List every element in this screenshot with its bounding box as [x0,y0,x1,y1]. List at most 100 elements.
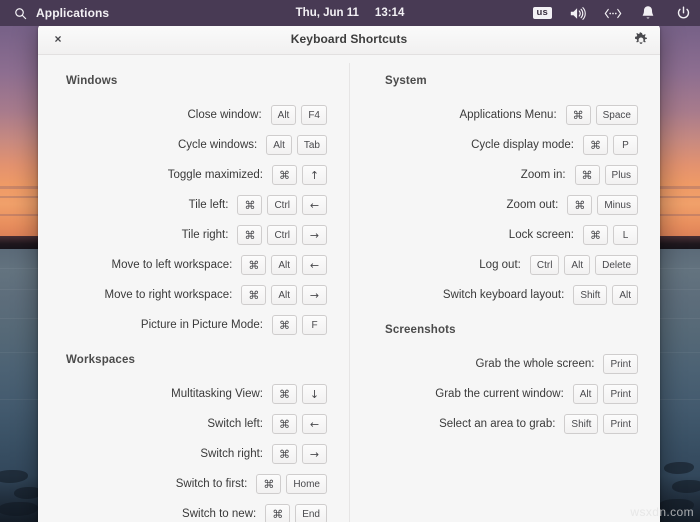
key-cap: ⌘ [241,255,266,275]
shortcut-row: Switch to new:⌘End [52,499,327,522]
system-tray: us [533,0,693,26]
key-cap: ⌘ [272,414,297,434]
key-cap: ← [302,255,327,275]
key-cap: Print [603,354,638,374]
shortcut-row: Multitasking View:⌘↓ [52,379,327,409]
volume-icon[interactable] [569,4,587,22]
shortcut-row: Grab the whole screen:Print [371,349,638,379]
key-cap: ⌘ [256,474,281,494]
key-cap: ⌘ [237,195,262,215]
shortcut-label: Switch to first: [52,478,256,490]
shortcut-label: Close window: [52,109,271,121]
section-title: Workspaces [66,354,327,366]
shortcut-keys: ⌘Alt→ [241,285,327,305]
panel-date: Thu, Jun 11 [296,7,359,19]
section-title: Screenshots [385,324,638,336]
key-cap: ⌘ [237,225,262,245]
key-cap: → [302,285,327,305]
shortcut-label: Tile left: [52,199,237,211]
key-cap: ⌘ [241,285,266,305]
key-cap: Ctrl [267,195,297,215]
key-cap: ⌘ [575,165,600,185]
key-cap: → [302,225,327,245]
shortcut-row: Toggle maximized:⌘↑ [52,160,327,190]
key-cap: → [302,444,327,464]
keyboard-layout-indicator[interactable]: us [533,7,553,19]
shortcut-label: Select an area to grab: [371,418,564,430]
key-cap: Space [596,105,638,125]
key-cap: ⌘ [567,195,592,215]
shortcut-keys: ⌘F [272,315,327,335]
shortcut-keys: ⌘P [583,135,638,155]
key-cap: Minus [597,195,638,215]
shortcut-keys: ⌘ End [265,504,327,522]
shortcut-section: System Applications Menu:⌘Space Cycle disp… [371,75,638,310]
shortcut-row: Grab the current window:AltPrint [371,379,638,409]
power-icon[interactable] [674,4,692,22]
shortcut-row: Zoom out:⌘Minus [371,190,638,220]
key-cap: Plus [605,165,638,185]
panel-time: 13:14 [375,7,404,19]
shortcut-keys: ShiftPrint [564,414,638,434]
shortcut-label: Switch right: [52,448,272,460]
key-cap: Alt [271,285,297,305]
network-icon[interactable] [604,4,622,22]
applications-menu-label: Applications [36,6,109,20]
search-icon [11,4,29,22]
column-divider [349,63,350,522]
key-cap: Alt [266,135,292,155]
close-icon[interactable]: × [49,30,67,48]
shortcut-keys: ⌘→ [272,444,327,464]
shortcut-label: Picture in Picture Mode: [52,319,272,331]
shortcut-row: Switch right:⌘→ [52,439,327,469]
key-cap: Delete [595,255,638,275]
shortcut-keys: Print [603,354,638,374]
shortcut-section: WindowsClose window:AltF4Cycle windows:A… [52,75,327,340]
key-cap: ⌘ [272,444,297,464]
key-cap: ↓ [302,384,327,404]
shortcut-keys: ⌘L [583,225,638,245]
key-cap: Alt [573,384,599,404]
key-cap: ⌘ [583,135,608,155]
watermark: wsxdn.com [630,505,694,519]
shortcut-label: Toggle maximized: [52,169,272,181]
shortcut-label: Switch left: [52,418,272,430]
bell-icon[interactable] [639,4,657,22]
shortcut-row: Picture in Picture Mode:⌘F [52,310,327,340]
wallpaper-rock [672,480,700,493]
keyboard-shortcuts-window: × Keyboard Shortcuts WindowsClose window… [38,24,660,522]
shortcut-label: Log out: [371,259,530,271]
key-cap: End [295,504,327,522]
window-titlebar: × Keyboard Shortcuts [38,24,660,55]
shortcut-keys: AltF4 [271,105,327,125]
key-cap: ⌘ [272,384,297,404]
key-cap: Alt [271,255,297,275]
shortcut-row: Move to left workspace:⌘Alt← [52,250,327,280]
key-cap: L [613,225,638,245]
shortcut-label: Move to left workspace: [52,259,241,271]
gear-icon[interactable] [631,30,650,49]
key-cap: ⌘ [265,504,290,522]
key-cap: ⌘ [583,225,608,245]
shortcut-keys: ⌘Space [566,105,638,125]
applications-menu-button[interactable]: Applications [0,4,109,22]
shortcuts-body: WindowsClose window:AltF4Cycle windows:A… [38,55,660,522]
shortcut-row: Switch keyboard layout:ShiftAlt [371,280,638,310]
shortcut-row: Tile left:⌘Ctrl← [52,190,327,220]
shortcut-row: Log out:CtrlAltDelete [371,250,638,280]
shortcut-keys: ⌘Alt← [241,255,327,275]
key-cap: ⌘ [566,105,591,125]
key-cap: Print [603,414,638,434]
shortcut-section: Screenshots Grab the whole screen:PrintGr… [371,324,638,439]
section-title: System [385,75,638,87]
key-cap: Alt [564,255,590,275]
shortcut-label: Cycle windows: [52,139,266,151]
shortcut-row: Applications Menu:⌘Space [371,100,638,130]
shortcut-keys: CtrlAltDelete [530,255,638,275]
shortcut-keys: ShiftAlt [573,285,638,305]
shortcut-section: Workspaces Multitasking View:⌘↓ Switch lef… [52,354,327,522]
shortcut-keys: ⌘← [272,414,327,434]
shortcut-label: Cycle display mode: [371,139,583,151]
key-cap: F [302,315,327,335]
key-cap: ⌘ [272,165,297,185]
